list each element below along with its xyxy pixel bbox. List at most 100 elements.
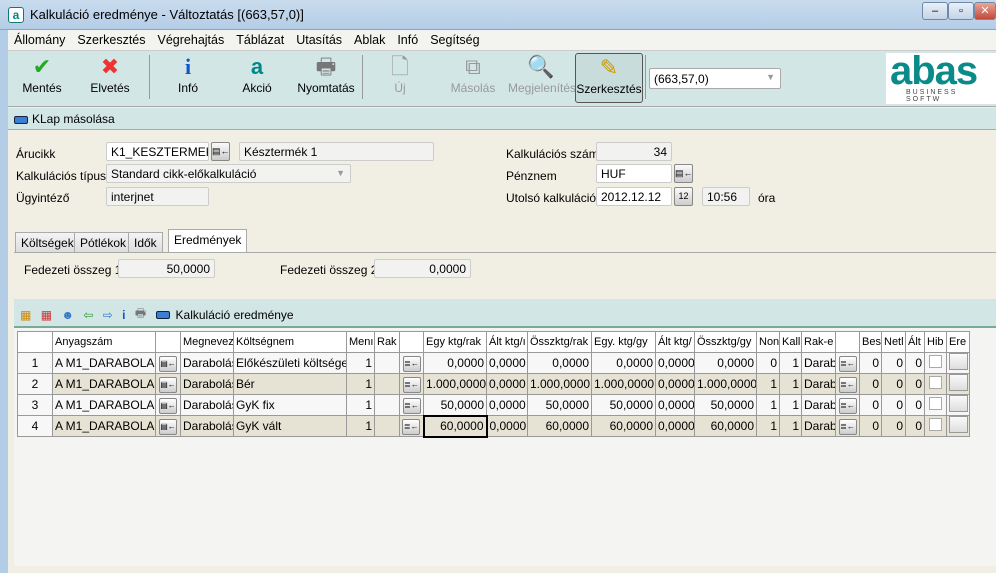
select-button[interactable]: ▤← xyxy=(155,415,181,437)
menu-tablazat[interactable]: Táblázat xyxy=(230,30,290,50)
eredmeny-button[interactable] xyxy=(946,352,970,374)
column-header[interactable] xyxy=(399,331,424,353)
column-header[interactable]: Rak xyxy=(374,331,400,353)
delete-row-icon[interactable]: ▦ xyxy=(41,308,52,322)
select-icon[interactable]: ▤← xyxy=(211,142,230,161)
table-row[interactable]: 4A M1_DARABOLAS ▤← Darabolás GyK vált 1 ≣← 60,… xyxy=(17,414,970,438)
column-header[interactable]: Egy. ktg/gy xyxy=(591,331,656,353)
tipus-select[interactable]: Standard cikk-előkalkuláció ▼ xyxy=(106,164,351,183)
hiba-checkbox[interactable] xyxy=(924,394,947,416)
row-number[interactable]: 2 xyxy=(17,373,53,395)
utolso-date-field[interactable]: 2012.12.12 xyxy=(596,187,672,206)
table-row[interactable]: 3A M1_DARABOLAS ▤← Darabolás GyK fix 1 ≣← 50,0… xyxy=(17,394,970,416)
hiba-checkbox[interactable] xyxy=(924,352,947,374)
menu-segitseg[interactable]: Segítség xyxy=(424,30,485,50)
button[interactable] xyxy=(948,353,968,370)
egy-ktg-rak-cell[interactable]: 1.000,0000 xyxy=(423,373,487,395)
table-row[interactable]: 2A M1_DARABOLAS ▤← Darabolás Bér 1 ≣← 1.000,00… xyxy=(17,373,970,395)
checkbox[interactable] xyxy=(929,376,942,389)
select-button[interactable]: ▤← xyxy=(155,352,181,374)
minimize-button[interactable]: – xyxy=(922,2,948,20)
user-icon[interactable]: ☻ xyxy=(61,308,74,322)
discard-button[interactable]: ✖ Elvetés xyxy=(82,53,138,103)
button[interactable] xyxy=(948,395,968,412)
eredmeny-button[interactable] xyxy=(946,394,970,416)
column-header[interactable]: Ere xyxy=(946,331,970,353)
table-row[interactable]: 1A M1_DARABOLAS ▤← Darabolás Előkészületi k… xyxy=(17,352,970,374)
save-button[interactable]: ✔ Mentés xyxy=(14,53,70,103)
edit-button[interactable]: ✎ Szerkesztés xyxy=(575,53,643,103)
column-header[interactable] xyxy=(835,331,860,353)
column-header[interactable]: Hib xyxy=(924,331,947,353)
select-button[interactable]: ▤← xyxy=(155,394,181,416)
row-number[interactable]: 1 xyxy=(17,352,53,374)
eredmeny-button[interactable] xyxy=(946,415,970,437)
row-number[interactable]: 3 xyxy=(17,394,53,416)
column-header[interactable]: Megnevez xyxy=(180,331,234,353)
list-button[interactable]: ≣← xyxy=(399,415,424,437)
select-icon[interactable]: ▤← xyxy=(674,164,693,183)
egy-ktg-rak-cell[interactable]: 50,0000 xyxy=(423,394,487,416)
column-header[interactable]: Ált xyxy=(905,331,925,353)
list-button[interactable]: ≣← xyxy=(835,373,860,395)
calendar-icon[interactable]: 12 xyxy=(674,187,693,206)
list-button[interactable]: ≣← xyxy=(399,394,424,416)
add-row-icon[interactable]: ▦ xyxy=(20,308,31,322)
info-button[interactable]: i Infó xyxy=(168,53,208,103)
tab-eredmenyek[interactable]: Eredmények xyxy=(168,229,248,253)
menu-szerkesztes[interactable]: Szerkesztés xyxy=(71,30,151,50)
select-button[interactable]: ▤← xyxy=(155,373,181,395)
view-button[interactable]: 🔍 Megjelenítés xyxy=(508,53,576,103)
column-header[interactable]: Anyagszám xyxy=(52,331,156,353)
tab-koltsegek[interactable]: Költségek xyxy=(15,232,80,252)
column-header[interactable]: Bes xyxy=(859,331,882,353)
eredmeny-button[interactable] xyxy=(946,373,970,395)
tab-potlekok[interactable]: Pótlékok xyxy=(74,232,133,252)
arrow-left-icon[interactable]: ⇦ xyxy=(83,308,93,322)
column-header[interactable]: Összktg/gy xyxy=(694,331,757,353)
hiba-checkbox[interactable] xyxy=(924,415,947,437)
info-icon[interactable]: i xyxy=(122,308,125,322)
record-combo[interactable]: (663,57,0) ▼ xyxy=(649,68,781,89)
column-header[interactable]: Költségnem xyxy=(233,331,347,353)
column-header[interactable]: Összktg/rak xyxy=(527,331,592,353)
button[interactable] xyxy=(948,416,968,433)
new-button[interactable]: 🗋 Új xyxy=(380,53,420,103)
column-header[interactable] xyxy=(17,331,53,353)
menu-vegrehajtas[interactable]: Végrehajtás xyxy=(152,30,231,50)
arucikk-field[interactable]: K1_KESZTERMEK xyxy=(106,142,209,161)
column-header[interactable]: Non xyxy=(756,331,780,353)
list-button[interactable]: ≣← xyxy=(835,415,860,437)
button[interactable] xyxy=(948,374,968,391)
list-button[interactable]: ≣← xyxy=(399,352,424,374)
menu-utasitas[interactable]: Utasítás xyxy=(290,30,348,50)
row-number[interactable]: 4 xyxy=(17,415,53,437)
list-button[interactable]: ≣← xyxy=(835,394,860,416)
tab-idok[interactable]: Idők xyxy=(128,232,163,252)
column-header[interactable]: Ált ktg/ı xyxy=(486,331,528,353)
copy-sheet-link[interactable]: KLap másolása xyxy=(32,112,115,126)
menu-allomany[interactable]: Állomány xyxy=(8,30,71,50)
printer-icon[interactable]: 🖶 xyxy=(135,304,146,325)
column-header[interactable] xyxy=(155,331,181,353)
arrow-right-icon[interactable]: ⇨ xyxy=(103,308,113,322)
column-header[interactable]: Menı xyxy=(346,331,375,353)
print-button[interactable]: 🖶 Nyomtatás xyxy=(296,53,356,103)
checkbox[interactable] xyxy=(929,397,942,410)
column-header[interactable]: Egy ktg/rak xyxy=(423,331,487,353)
list-button[interactable]: ≣← xyxy=(835,352,860,374)
penznem-field[interactable]: HUF xyxy=(596,164,672,183)
menu-info[interactable]: Infó xyxy=(391,30,424,50)
egy-ktg-rak-cell[interactable]: 60,0000 xyxy=(422,414,488,438)
column-header[interactable]: Kall xyxy=(779,331,802,353)
checkbox[interactable] xyxy=(929,355,942,368)
checkbox[interactable] xyxy=(929,418,942,431)
maximize-button[interactable]: ▫ xyxy=(948,2,974,20)
grid-title-button[interactable]: Kalkuláció eredménye xyxy=(176,308,294,322)
egy-ktg-rak-cell[interactable]: 0,0000 xyxy=(423,352,487,374)
copy-button[interactable]: ⧉ Másolás xyxy=(448,53,498,103)
column-header[interactable]: Ált ktg/ xyxy=(655,331,695,353)
hiba-checkbox[interactable] xyxy=(924,373,947,395)
menu-ablak[interactable]: Ablak xyxy=(348,30,391,50)
close-button[interactable]: ✕ xyxy=(974,2,996,20)
